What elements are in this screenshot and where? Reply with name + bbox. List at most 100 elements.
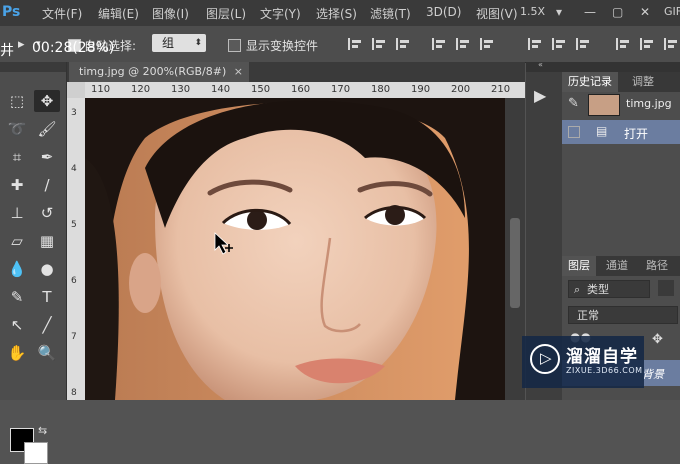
layer-name: 背景: [642, 368, 664, 381]
quick-select-icon[interactable]: 🖌: [34, 118, 60, 140]
ruler-tick-label: 8: [71, 388, 77, 398]
history-snapshot-row[interactable]: ✎ timg.jpg: [562, 92, 680, 116]
type-icon[interactable]: T: [34, 286, 60, 308]
align-distribute-icon[interactable]: [456, 36, 470, 52]
path-select-icon[interactable]: ↖: [4, 314, 30, 336]
image-filter-icon[interactable]: [658, 280, 674, 296]
brush-icon[interactable]: /: [34, 174, 60, 196]
align-distribute-icon[interactable]: [348, 36, 362, 52]
zoom-icon[interactable]: 🔍: [34, 342, 60, 364]
menu-item[interactable]: 图像(I): [152, 5, 189, 22]
document-icon: ▤: [596, 124, 608, 138]
gradient-icon[interactable]: ▦: [34, 230, 60, 252]
history-brush-icon[interactable]: ↺: [34, 202, 60, 224]
menu-item[interactable]: 3D(D): [426, 5, 461, 19]
chevron-icon: ▾: [556, 5, 563, 19]
menu-item[interactable]: 文件(F): [42, 5, 82, 22]
ruler-origin[interactable]: [67, 82, 85, 98]
image-canvas[interactable]: [85, 98, 505, 400]
hand-icon[interactable]: ✋: [4, 342, 30, 364]
history-tab[interactable]: 调整: [626, 72, 660, 92]
ruler-tick-label: 180: [371, 84, 391, 95]
chevron-updown-icon: ⬍: [194, 38, 202, 48]
ruler-tick-label: 5: [71, 220, 77, 230]
move-tool-preset-icon[interactable]: ▸: [18, 37, 25, 52]
history-tab[interactable]: 历史记录: [562, 72, 618, 92]
rect-marquee-icon[interactable]: ⬚: [4, 90, 30, 112]
menu-item[interactable]: 文字(Y): [260, 5, 301, 22]
align-distribute-icon[interactable]: [640, 36, 654, 52]
swap-colors-icon[interactable]: ⇆: [38, 424, 47, 437]
ruler-tick-label: 200: [451, 84, 471, 95]
align-distribute-icon[interactable]: [528, 36, 542, 52]
blend-mode-dropdown[interactable]: 正常: [568, 306, 678, 324]
menu-item[interactable]: 编辑(E): [98, 5, 139, 22]
close-tab-icon[interactable]: ×: [234, 62, 243, 82]
background-color-swatch[interactable]: [24, 442, 48, 464]
layer-filter-value: 类型: [587, 283, 609, 296]
watermark-title: 溜溜自学: [566, 347, 638, 367]
document-tab-bar: timg.jpg @ 200%(RGB/8#) ×: [67, 62, 525, 82]
photoshop-logo: Ps: [2, 4, 21, 20]
clone-stamp-icon[interactable]: ⊥: [4, 202, 30, 224]
menu-bar: Ps 文件(F) 编辑(E) 图像(I) 图层(L) 文字(Y) 选择(S) 滤镜(T) 3D…: [0, 0, 680, 26]
watermark-subtitle: ZIXUE.3D66.COM: [566, 366, 643, 375]
layers-tab[interactable]: 路径: [640, 256, 674, 276]
show-transform-label: 显示变换控件: [246, 39, 319, 53]
toolbox-header: [0, 62, 66, 72]
healing-brush-icon[interactable]: ✚: [4, 174, 30, 196]
align-distribute-icon[interactable]: [616, 36, 630, 52]
menu-item[interactable]: 视图(V): [476, 5, 518, 22]
ruler-tick-label: 160: [291, 84, 311, 95]
menu-item[interactable]: 滤镜(T): [370, 5, 411, 22]
horizontal-ruler[interactable]: 110 120 130 140 150 160 170 180 190 200 210: [85, 82, 525, 98]
document-tab[interactable]: timg.jpg @ 200%(RGB/8#) ×: [69, 62, 249, 82]
layers-tab[interactable]: 图层: [562, 256, 596, 276]
layers-panel-tabs: 图层 通道 路径: [562, 256, 680, 276]
auto-select-value: 组: [162, 36, 175, 50]
close-icon[interactable]: ✕: [640, 5, 650, 19]
toolbox: ⬚ ✥ ➰ 🖌 ⌗ ✒ ✚ / ⊥ ↺ ▱ ▦ 💧 ● ✎ T ↖ ╱ ✋ 🔍 ⇆: [0, 62, 67, 464]
history-item-open[interactable]: ▤ 打开: [562, 120, 680, 144]
restore-icon[interactable]: ▢: [612, 5, 623, 19]
align-distribute-icon[interactable]: [480, 36, 494, 52]
move-tool-icon[interactable]: ✥: [34, 90, 60, 112]
layers-tab[interactable]: 通道: [600, 256, 634, 276]
ruler-tick-label: 170: [331, 84, 351, 95]
crop-icon[interactable]: ⌗: [4, 146, 30, 168]
document-tab-label: timg.jpg @ 200%(RGB/8#): [79, 65, 227, 78]
menu-item[interactable]: 选择(S): [316, 5, 357, 22]
align-distribute-icon[interactable]: [372, 36, 386, 52]
align-distribute-icon[interactable]: [552, 36, 566, 52]
show-transform-checkbox[interactable]: [228, 39, 241, 52]
snapshot-thumbnail: [588, 94, 620, 116]
line-icon[interactable]: ╱: [34, 314, 60, 336]
minimize-icon[interactable]: —: [584, 5, 596, 19]
collapse-arrows-icon[interactable]: «: [538, 60, 543, 69]
ruler-tick-label: 3: [71, 108, 77, 118]
auto-select-dropdown[interactable]: 组 ⬍: [152, 34, 206, 52]
blur-icon[interactable]: 💧: [4, 258, 30, 280]
brush-source-icon[interactable]: ✎: [568, 96, 579, 111]
align-distribute-icon[interactable]: [664, 36, 678, 52]
history-brush-checkbox[interactable]: [568, 126, 580, 138]
align-distribute-icon[interactable]: [576, 36, 590, 52]
ruler-tick-label: 150: [251, 84, 271, 95]
menu-item[interactable]: 图层(L): [206, 5, 246, 22]
move-lock-icon[interactable]: ✥: [652, 332, 663, 347]
eraser-icon[interactable]: ▱: [4, 230, 30, 252]
collapsed-panel-header[interactable]: «: [526, 60, 562, 72]
pen-icon[interactable]: ✎: [4, 286, 30, 308]
align-distribute-icon[interactable]: [432, 36, 446, 52]
dodge-icon[interactable]: ●: [34, 258, 60, 280]
align-distribute-icon[interactable]: [396, 36, 410, 52]
history-item-label: 打开: [624, 127, 649, 141]
ruler-tick-label: 4: [71, 164, 77, 174]
vertical-ruler[interactable]: 3 4 5 6 7 8: [67, 98, 85, 400]
lasso-icon[interactable]: ➰: [4, 118, 30, 140]
layer-filter-dropdown[interactable]: ⌕ 类型: [568, 280, 650, 298]
scroll-thumb[interactable]: [510, 218, 520, 308]
eyedropper-icon[interactable]: ✒: [34, 146, 60, 168]
play-action-icon[interactable]: ▶: [534, 86, 546, 105]
watermark-logo: ▷ 溜溜自学 ZIXUE.3D66.COM: [522, 336, 644, 388]
